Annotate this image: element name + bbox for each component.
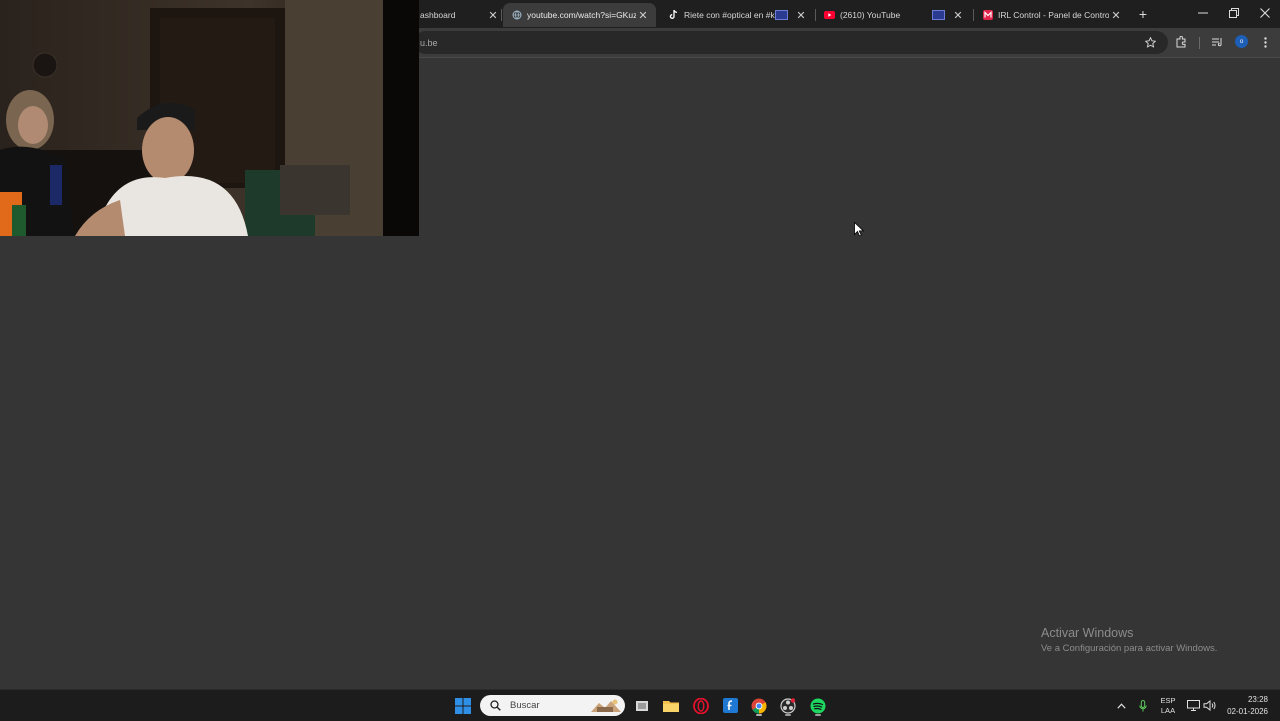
extensions-icon[interactable] xyxy=(1172,33,1190,51)
spotify-icon xyxy=(810,698,826,713)
windows-logo-icon xyxy=(455,697,471,714)
bookmark-star-icon[interactable] xyxy=(1142,34,1158,50)
opera-button[interactable] xyxy=(689,694,713,717)
search-icon xyxy=(488,699,502,713)
cast-badge-icon xyxy=(775,10,788,20)
file-explorer-button[interactable] xyxy=(659,694,683,717)
app-tile-icon xyxy=(722,698,738,713)
tab-tiktok[interactable]: Riete con #optical en #kick ✕ xyxy=(660,3,814,27)
tab-youtube-watch[interactable]: youtube.com/watch?si=GKuzF\ ✕ xyxy=(503,3,656,27)
search-highlight-illustration xyxy=(591,699,621,712)
address-bar[interactable]: u.be xyxy=(414,31,1168,54)
start-button[interactable] xyxy=(451,694,475,717)
mouse-cursor-icon xyxy=(854,222,864,237)
close-icon[interactable]: ✕ xyxy=(636,8,650,22)
language-code: ESP xyxy=(1160,695,1176,705)
tab-title: ashboard xyxy=(420,10,456,20)
close-window-button[interactable] xyxy=(1250,0,1280,26)
cast-badge-icon xyxy=(932,10,945,20)
running-indicator xyxy=(785,714,791,716)
url-text: u.be xyxy=(420,37,438,48)
close-icon[interactable]: ✕ xyxy=(794,8,808,22)
minimize-icon xyxy=(1198,12,1208,14)
close-icon xyxy=(1260,8,1270,18)
clock-date: 02-01-2026 xyxy=(1227,706,1268,716)
tab-title: youtube.com/watch?si=GKuzF\ xyxy=(527,10,636,20)
running-indicator xyxy=(815,714,821,716)
microphone-icon xyxy=(1139,699,1147,711)
running-indicator xyxy=(756,714,762,716)
microphone-button[interactable] xyxy=(1135,690,1151,721)
close-icon[interactable]: ✕ xyxy=(486,8,500,22)
webcam-scene-image xyxy=(0,0,419,236)
taskbar-search-box[interactable]: Buscar xyxy=(480,695,625,716)
task-view-button[interactable] xyxy=(630,694,654,717)
activation-watermark-subtitle: Ve a Configuración para activar Windows. xyxy=(1041,643,1218,654)
obs-icon xyxy=(780,697,796,714)
windows-taskbar: Buscar ESP LAA 23:28 02-01-2026 xyxy=(0,689,1280,721)
activation-watermark-title: Activar Windows xyxy=(1041,626,1134,640)
speaker-icon xyxy=(1203,700,1216,711)
tab-title: IRL Control - Panel de Control xyxy=(998,10,1109,20)
task-view-icon xyxy=(636,700,648,711)
spotify-button[interactable] xyxy=(806,694,830,717)
chrome-icon xyxy=(751,698,767,713)
media-controls-icon[interactable] xyxy=(1208,33,1226,51)
show-hidden-icons-button[interactable] xyxy=(1113,690,1129,721)
tab-youtube[interactable]: (2610) YouTube ✕ xyxy=(816,3,971,27)
webcam-overlay xyxy=(0,0,419,236)
folder-icon xyxy=(663,701,679,712)
new-tab-button[interactable]: + xyxy=(1134,5,1152,23)
network-icon xyxy=(1186,700,1200,711)
volume-button[interactable] xyxy=(1201,690,1217,721)
chrome-button[interactable] xyxy=(747,694,771,717)
chevron-up-icon xyxy=(1116,702,1126,709)
toolbar-divider xyxy=(1199,37,1200,49)
irl-icon xyxy=(982,10,993,21)
profile-avatar[interactable]: o xyxy=(1235,35,1248,48)
menu-kebab-icon[interactable] xyxy=(1256,33,1274,51)
close-icon[interactable]: ✕ xyxy=(1109,8,1123,22)
tab-dashboard[interactable]: ashboard ✕ xyxy=(414,3,506,27)
tiktok-icon xyxy=(668,10,679,21)
network-button[interactable] xyxy=(1185,690,1201,721)
language-indicator[interactable]: ESP LAA xyxy=(1156,690,1180,721)
restore-icon xyxy=(1229,8,1239,18)
minimize-button[interactable] xyxy=(1188,0,1218,26)
search-placeholder: Buscar xyxy=(510,700,540,711)
obs-button[interactable] xyxy=(776,694,800,717)
restore-button[interactable] xyxy=(1219,0,1249,26)
tab-irl-control[interactable]: IRL Control - Panel de Control ✕ xyxy=(974,3,1129,27)
globe-icon xyxy=(511,10,522,21)
tab-title: (2610) YouTube xyxy=(840,10,901,20)
keyboard-layout: LAA xyxy=(1160,705,1176,715)
store-app-button[interactable] xyxy=(718,694,742,717)
tab-title: Riete con #optical en #kick xyxy=(684,10,775,20)
close-icon[interactable]: ✕ xyxy=(951,8,965,22)
tab-separator xyxy=(501,9,502,21)
clock-button[interactable]: 23:28 02-01-2026 xyxy=(1222,690,1268,721)
youtube-icon xyxy=(824,10,835,21)
clock-time: 23:28 xyxy=(1247,694,1268,704)
opera-icon xyxy=(693,697,709,714)
